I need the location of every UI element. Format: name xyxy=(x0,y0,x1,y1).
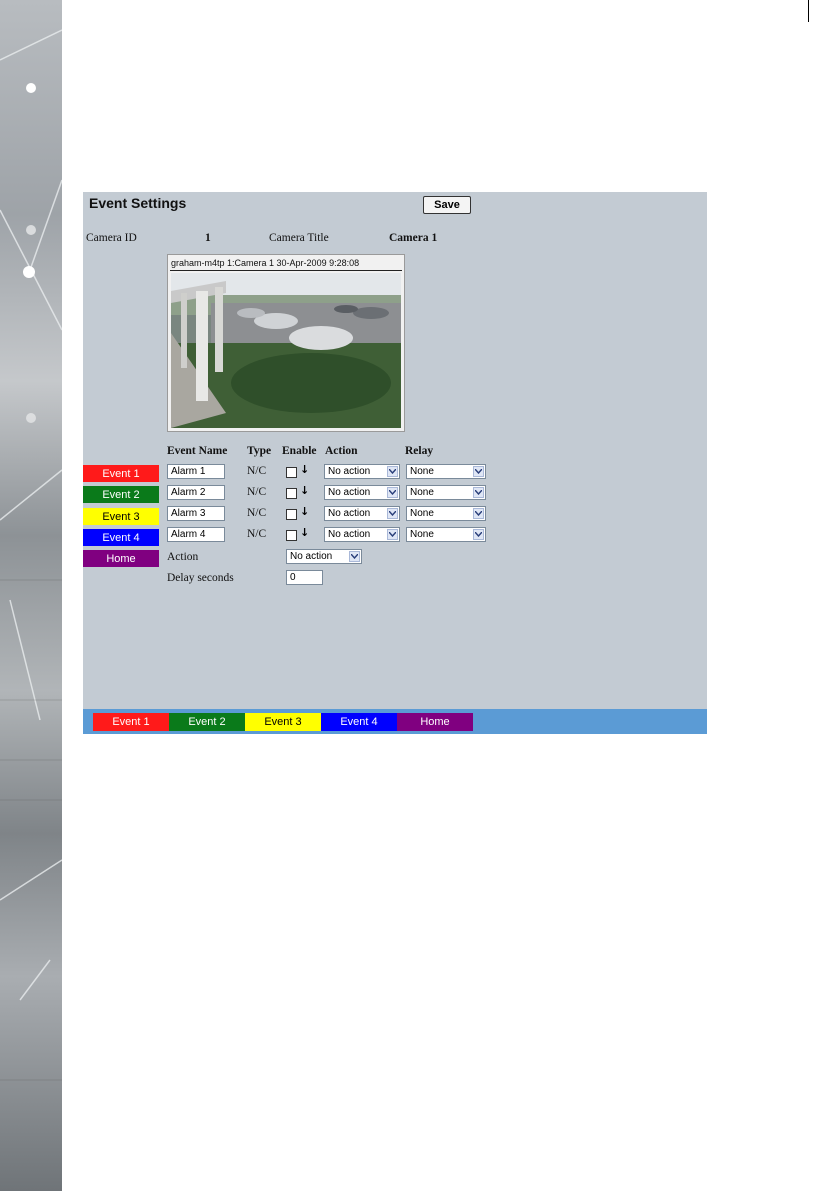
action-select-4-value: No action xyxy=(328,529,371,540)
relay-select-2-value: None xyxy=(410,487,434,498)
camera-preview-caption: graham-m4tp 1:Camera 1 30-Apr-2009 9:28:… xyxy=(171,258,360,268)
action-select-4[interactable]: No action xyxy=(324,527,400,542)
decorative-side-strip xyxy=(0,0,62,1191)
header-enable: Enable xyxy=(282,445,317,457)
bottom-nav-event-2[interactable]: Event 2 xyxy=(169,713,245,731)
header-action: Action xyxy=(325,445,358,457)
relay-select-4[interactable]: None xyxy=(406,527,486,542)
side-nav-event-4[interactable]: Event 4 xyxy=(83,529,159,546)
event-row-4: Alarm 4 N/C ↓ No action None xyxy=(167,526,497,545)
camera-title-label: Camera Title xyxy=(269,232,329,244)
relay-select-2[interactable]: None xyxy=(406,485,486,500)
save-button[interactable]: Save xyxy=(423,196,471,214)
action-select-2[interactable]: No action xyxy=(324,485,400,500)
page-edge-rule xyxy=(808,0,809,22)
header-type: Type xyxy=(247,445,272,457)
event-row-3: Alarm 3 N/C ↓ No action None xyxy=(167,505,497,524)
delay-seconds-input[interactable]: 0 xyxy=(286,570,323,585)
bottom-nav-bar: Event 1 Event 2 Event 3 Event 4 Home xyxy=(83,709,707,734)
enable-checkbox-1[interactable] xyxy=(286,467,297,478)
down-arrow-icon: ↓ xyxy=(300,484,310,497)
chevron-down-icon xyxy=(473,529,484,540)
chevron-down-icon xyxy=(473,466,484,477)
down-arrow-icon: ↓ xyxy=(300,463,310,476)
down-arrow-icon: ↓ xyxy=(300,505,310,518)
header-relay: Relay xyxy=(405,445,434,457)
down-arrow-icon: ↓ xyxy=(300,526,310,539)
event-row-2: Alarm 2 N/C ↓ No action None xyxy=(167,484,497,503)
event-name-input-2[interactable]: Alarm 2 xyxy=(167,485,225,500)
global-action-select[interactable]: No action xyxy=(286,549,362,564)
camera-title-value: Camera 1 xyxy=(389,232,438,244)
bottom-nav-home[interactable]: Home xyxy=(397,713,473,731)
action-select-3-value: No action xyxy=(328,508,371,519)
side-nav-home[interactable]: Home xyxy=(83,550,159,567)
relay-select-1[interactable]: None xyxy=(406,464,486,479)
page-title: Event Settings xyxy=(89,195,187,211)
relay-select-3-value: None xyxy=(410,508,434,519)
side-nav-event-2[interactable]: Event 2 xyxy=(83,486,159,503)
bottom-nav-event-3[interactable]: Event 3 xyxy=(245,713,321,731)
enable-checkbox-2[interactable] xyxy=(286,488,297,499)
chevron-down-icon xyxy=(473,487,484,498)
camera-id-label: Camera ID xyxy=(86,232,137,244)
event-type-1: N/C xyxy=(247,465,267,477)
event-name-input-1[interactable]: Alarm 1 xyxy=(167,464,225,479)
action-select-1[interactable]: No action xyxy=(324,464,400,479)
side-nav-event-3[interactable]: Event 3 xyxy=(83,508,159,525)
relay-select-1-value: None xyxy=(410,466,434,477)
action-select-3[interactable]: No action xyxy=(324,506,400,521)
camera-preview: graham-m4tp 1:Camera 1 30-Apr-2009 9:28:… xyxy=(167,254,405,432)
event-settings-panel: Event Settings Save Camera ID 1 Camera T… xyxy=(83,192,707,734)
delay-seconds-label: Delay seconds xyxy=(167,572,234,584)
action-select-1-value: No action xyxy=(328,466,371,477)
relay-select-4-value: None xyxy=(410,529,434,540)
side-nav-event-1[interactable]: Event 1 xyxy=(83,465,159,482)
camera-id-value: 1 xyxy=(205,232,211,244)
relay-select-3[interactable]: None xyxy=(406,506,486,521)
event-type-2: N/C xyxy=(247,486,267,498)
chevron-down-icon xyxy=(349,551,360,562)
caption-divider xyxy=(170,270,402,271)
chevron-down-icon xyxy=(387,487,398,498)
enable-checkbox-4[interactable] xyxy=(286,530,297,541)
chevron-down-icon xyxy=(473,508,484,519)
global-action-select-value: No action xyxy=(290,551,333,562)
event-name-input-3[interactable]: Alarm 3 xyxy=(167,506,225,521)
chevron-down-icon xyxy=(387,529,398,540)
chevron-down-icon xyxy=(387,508,398,519)
global-action-label: Action xyxy=(167,551,199,563)
event-type-4: N/C xyxy=(247,528,267,540)
event-row-1: Alarm 1 N/C ↓ No action None xyxy=(167,463,497,482)
chevron-down-icon xyxy=(387,466,398,477)
header-event-name: Event Name xyxy=(167,445,228,457)
event-name-input-4[interactable]: Alarm 4 xyxy=(167,527,225,542)
enable-checkbox-3[interactable] xyxy=(286,509,297,520)
action-select-2-value: No action xyxy=(328,487,371,498)
camera-feed-image xyxy=(171,273,401,428)
bottom-nav-event-4[interactable]: Event 4 xyxy=(321,713,397,731)
bottom-nav-event-1[interactable]: Event 1 xyxy=(93,713,169,731)
event-type-3: N/C xyxy=(247,507,267,519)
